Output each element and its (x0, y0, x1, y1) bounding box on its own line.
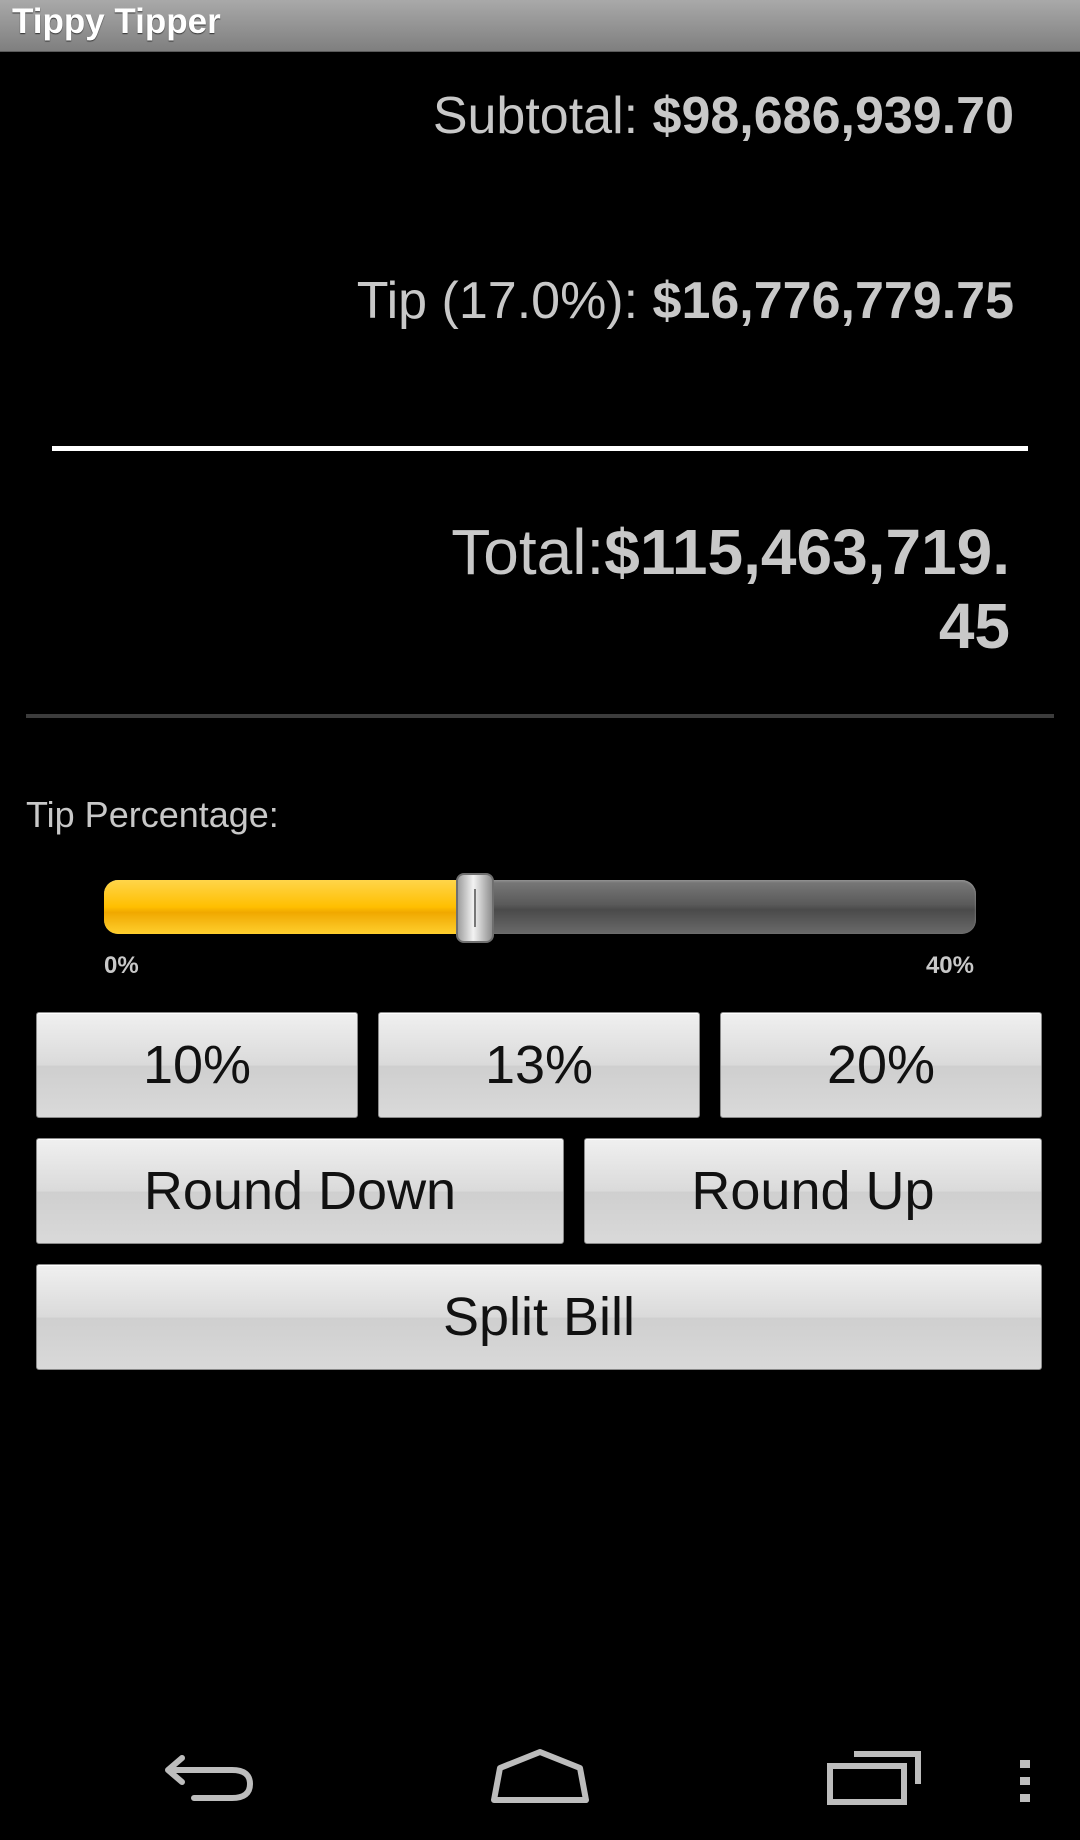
subtotal-label: Subtotal: (432, 87, 653, 145)
total-row: Total:$115,463,719.45 (450, 515, 1010, 663)
total-label: Total: (451, 516, 605, 588)
recent-apps-icon[interactable] (824, 1740, 924, 1810)
total-value: $115,463,719.45 (604, 516, 1010, 662)
tip-20-button[interactable]: 20% (720, 1012, 1042, 1118)
system-navigation-bar (0, 1720, 1080, 1840)
overflow-menu-icon[interactable] (1010, 1758, 1040, 1804)
section-divider (26, 714, 1054, 718)
app-title-bar: Tippy Tipper (0, 0, 1080, 52)
tip-label: Tip (17.0%): (356, 272, 653, 330)
tip-10-button[interactable]: 10% (36, 1012, 358, 1118)
round-down-button[interactable]: Round Down (36, 1138, 564, 1244)
slider-min-label: 0% (104, 952, 139, 979)
subtotal-row: Subtotal: $98,686,939.70 (114, 85, 1014, 147)
tip-percentage-label: Tip Percentage: (26, 794, 279, 835)
subtotal-value: $98,686,939.70 (652, 87, 1014, 145)
home-icon[interactable] (488, 1740, 592, 1810)
tip-row: Tip (17.0%): $16,776,779.75 (114, 270, 1014, 332)
round-up-button[interactable]: Round Up (584, 1138, 1042, 1244)
total-divider (52, 446, 1028, 451)
slider-max-label: 40% (925, 952, 974, 979)
tip-value: $16,776,779.75 (652, 272, 1014, 330)
tip-13-button[interactable]: 13% (378, 1012, 700, 1118)
split-bill-button[interactable]: Split Bill (36, 1264, 1042, 1370)
tip-percentage-slider[interactable] (104, 880, 976, 934)
slider-fill (104, 880, 475, 934)
slider-thumb[interactable] (456, 873, 494, 943)
app-title: Tippy Tipper (12, 2, 221, 41)
back-icon[interactable] (160, 1740, 260, 1810)
